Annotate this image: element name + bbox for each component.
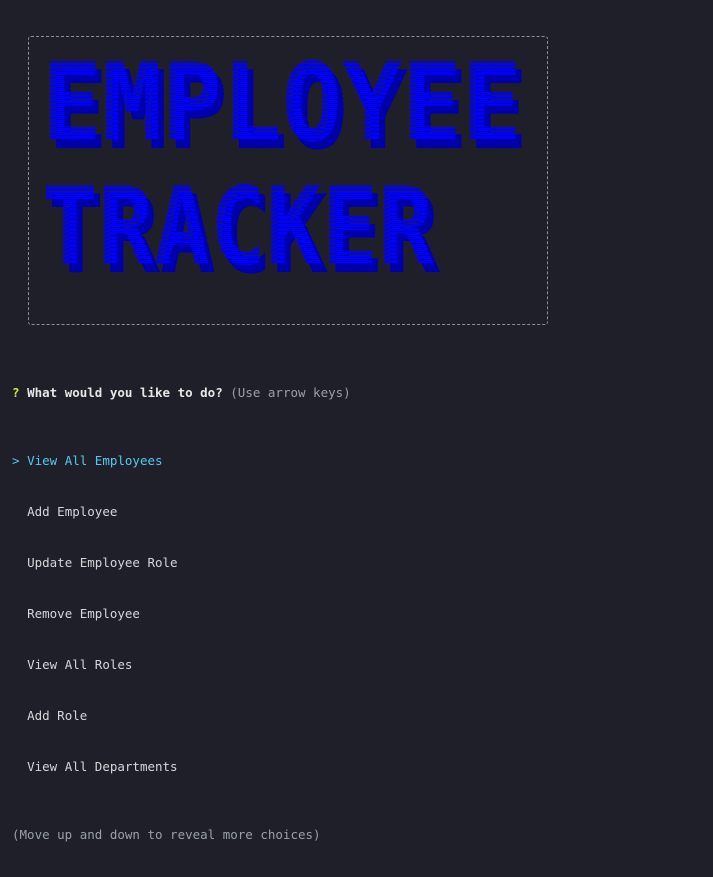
- menu-option-label: View All Departments: [27, 759, 178, 774]
- menu-option-label: Add Employee: [27, 504, 118, 519]
- menu-option-label: Update Employee Role: [27, 555, 178, 570]
- banner-ascii-art: EMPLOYEE TRACKER EMPLOYEE TRACKER: [42, 41, 528, 280]
- question-mark-icon: ?: [12, 385, 20, 400]
- menu-option-label: Add Role: [27, 708, 88, 723]
- menu-option-add-role[interactable]: Add Role: [12, 707, 351, 724]
- menu-option-view-all-roles[interactable]: View All Roles: [12, 656, 351, 673]
- menu-option-label: View All Employees: [27, 453, 163, 468]
- menu-option-view-all-employees[interactable]: > View All Employees: [12, 452, 351, 469]
- menu-option-label: Remove Employee: [27, 606, 140, 621]
- banner-line1: EMPLOYEE: [42, 41, 522, 166]
- menu-option-update-employee-role[interactable]: Update Employee Role: [12, 554, 351, 571]
- prompt-question-row: ? What would you like to do? (Use arrow …: [12, 384, 351, 401]
- prompt-question: What would you like to do?: [27, 385, 223, 400]
- menu-option-add-employee[interactable]: Add Employee: [12, 503, 351, 520]
- terminal-window: EMPLOYEE TRACKER EMPLOYEE TRACKER ? What…: [0, 0, 713, 842]
- prompt-hint: (Use arrow keys): [230, 385, 351, 400]
- menu-option-view-all-departments[interactable]: View All Departments: [12, 758, 351, 775]
- banner-line2: TRACKER: [42, 165, 435, 280]
- menu-option-remove-employee[interactable]: Remove Employee: [12, 605, 351, 622]
- prompt-footer-hint: (Move up and down to reveal more choices…: [12, 827, 321, 842]
- pointer-icon: >: [12, 453, 20, 468]
- menu-option-label: View All Roles: [27, 657, 133, 672]
- inquirer-prompt: ? What would you like to do? (Use arrow …: [12, 350, 351, 877]
